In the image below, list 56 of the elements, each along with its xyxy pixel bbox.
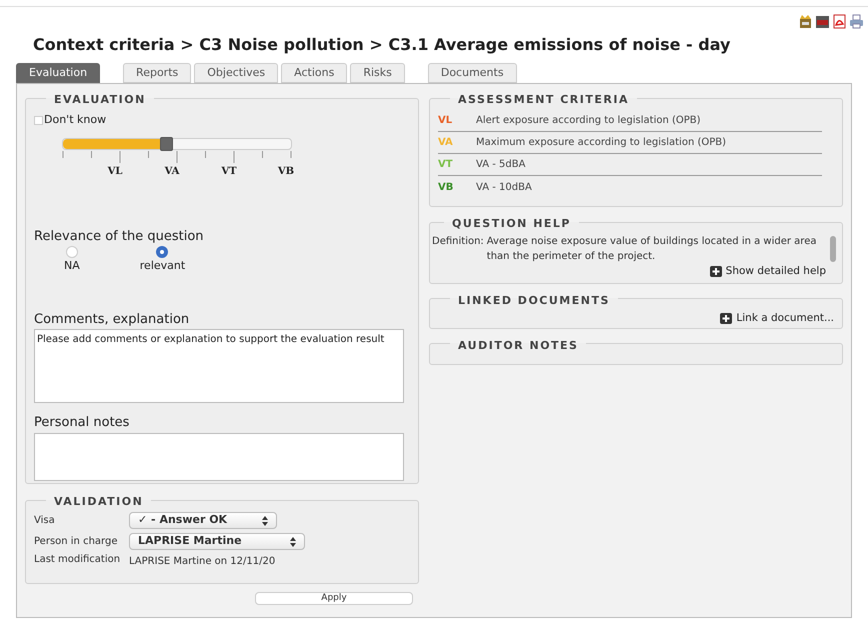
checkbox-label: Don't know [44,112,106,128]
updown-icon [262,516,268,526]
criteria-text: Alert exposure according to legislation (OPB) [476,114,701,128]
tab[interactable]: Risks [350,63,405,83]
criteria-text: VA - 5dBA [476,158,526,172]
field-label: Visa [34,514,56,528]
field-label: Last modification [34,554,122,566]
comments-field[interactable]: Please add comments or explanation to support the evaluation result [34,329,404,403]
definition-label: Definition: [432,235,484,249]
tab[interactable]: Actions [281,63,348,83]
tab[interactable]: Evaluation [16,63,100,83]
apply-button[interactable]: Apply [255,592,413,605]
updown-icon [290,536,296,546]
plus-icon [710,266,722,278]
notes-field[interactable] [34,432,404,480]
definition-text: Average noise exposure value of buildings located in a wider area than the perimeter of the project. [486,235,817,264]
scale-label: VL [108,164,122,178]
last-modification-value: LAPRISE Martine on 12/11/20 [129,555,276,569]
radio-button[interactable] [66,246,78,258]
pdf-icon [832,14,847,29]
notes-label: Personal notes [34,414,130,432]
criteria-text: VA - 10dBA [476,180,532,194]
section-title: AUDITOR NOTES [458,338,578,352]
scale-label: VA [164,164,180,178]
criteria-code: VT [438,158,454,172]
scale-label: VT [221,164,237,178]
section-title: ASSESSMENT CRITERIA [458,93,629,106]
criteria-code: VL [438,114,454,128]
radio-label: NA [64,258,80,274]
criteria-code: VA [438,136,454,150]
tab[interactable]: Documents [428,63,517,83]
criteria-code: VB [438,180,454,194]
person-dropdown[interactable]: LAPRISE Martine [129,533,305,550]
radio-button[interactable] [156,246,168,258]
section-title: LINKED DOCUMENTS [458,294,610,307]
slider-thumb[interactable] [160,136,173,150]
section-title: VALIDATION [54,495,144,508]
printer-icon [849,14,864,29]
criteria-text: Maximum exposure according to legislation (OPB) [476,136,726,150]
show-help-link[interactable]: Show detailed help [710,264,826,280]
field-label: Person in charge [34,535,118,549]
checkbox[interactable] [34,116,43,125]
tab[interactable]: Reports [123,63,192,83]
tab[interactable]: Objectives [194,63,278,83]
section-title: EVALUATION [54,93,146,106]
plus-icon [720,313,732,324]
section-title: QUESTION HELP [452,217,571,230]
slider-track[interactable] [62,138,292,150]
comments-label: Comments, explanation [34,310,190,328]
page-title: Context criteria > C3 Noise pollution > C3.1 Average emissions of noise - day [33,34,732,56]
radio-label: relevant [140,258,186,274]
scale-label: VB [278,164,294,178]
relevance-label: Relevance of the question [34,228,205,246]
link-document-link[interactable]: Link a document... [720,310,834,326]
visa-dropdown[interactable]: ✓ - Answer OK [129,512,277,529]
scrollbar[interactable] [830,236,836,262]
